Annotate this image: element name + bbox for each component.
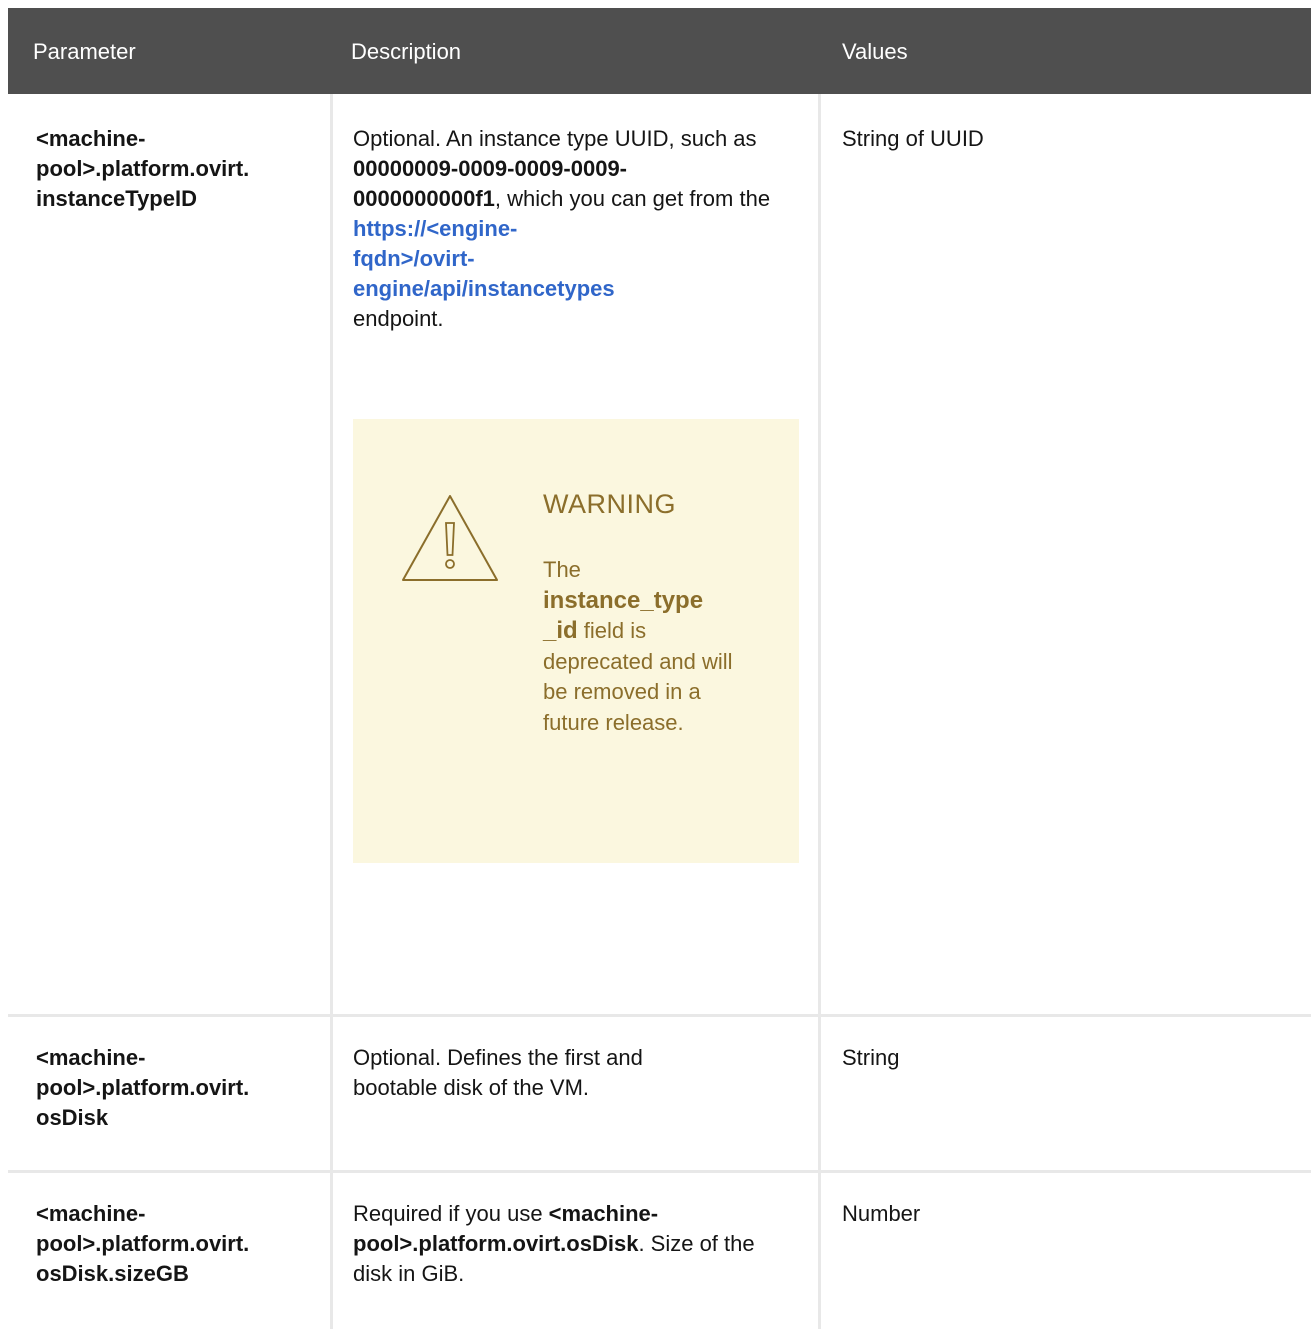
parameter-name: <machine- pool>.platform.ovirt. instance…	[36, 126, 250, 211]
header-values: Values	[842, 39, 908, 64]
warning-title: WARNING	[543, 489, 676, 519]
table-row: <machine- pool>.platform.ovirt. osDisk O…	[8, 1017, 1311, 1170]
column-divider	[330, 1017, 333, 1170]
column-divider	[330, 1173, 333, 1329]
parameter-description: Optional. Defines the first and bootable…	[353, 1045, 643, 1100]
header-parameter: Parameter	[33, 39, 136, 64]
instancetypes-endpoint-link[interactable]: https://<engine-fqdn>/ovirt-engine/api/i…	[353, 216, 615, 301]
header-description: Description	[351, 39, 462, 64]
table-row: <machine- pool>.platform.ovirt. osDisk.s…	[8, 1173, 1311, 1329]
parameter-name: <machine- pool>.platform.ovirt. osDisk.s…	[36, 1201, 250, 1286]
warning-admonition: WARNING The instance_type _id field is d…	[353, 419, 799, 863]
table-row: <machine- pool>.platform.ovirt. instance…	[8, 94, 1311, 1014]
parameter-value: String	[842, 1045, 900, 1070]
warning-text: The instance_type _id field is deprecate…	[543, 557, 733, 735]
parameter-description: Required if you use <machine-pool>.platf…	[353, 1201, 755, 1286]
parameter-value: String of UUID	[842, 126, 984, 151]
column-divider	[330, 94, 333, 1014]
column-divider	[818, 1017, 821, 1170]
parameter-name: <machine- pool>.platform.ovirt. osDisk	[36, 1045, 250, 1130]
column-divider	[818, 1173, 821, 1329]
table-header: Parameter Description Values	[8, 8, 1311, 94]
parameter-description: Optional. An instance type UUID, such as…	[353, 126, 771, 331]
parameter-value: Number	[842, 1201, 921, 1226]
column-divider	[818, 94, 821, 1014]
warning-triangle-icon	[402, 495, 498, 581]
